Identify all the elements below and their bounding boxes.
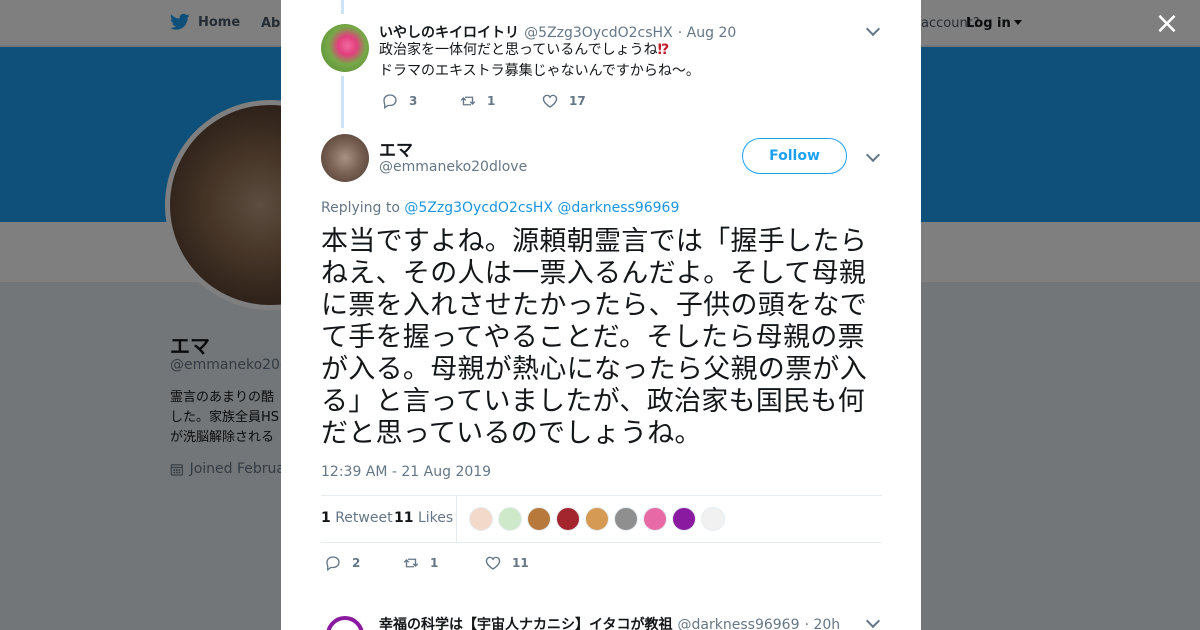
main-tweet-avatar[interactable] <box>321 134 369 182</box>
liker-avatars <box>469 507 725 531</box>
reply-icon <box>383 94 397 110</box>
heart-icon <box>485 556 501 570</box>
reply-count: 2 <box>352 556 361 570</box>
main-tweet-chevron-down-icon[interactable] <box>865 147 881 163</box>
close-modal-button[interactable]: × <box>1152 9 1182 40</box>
next-tweet-author-name[interactable]: 幸福の科学は【宇宙人ナカニシ】イタコが教祖 <box>379 617 672 630</box>
prev-tweet-header: いやしのキイロイトリ @5Zzg3OycdO2csHX · Aug 20 <box>379 22 736 42</box>
liker-avatar[interactable] <box>527 507 551 531</box>
prev-tweet-line-2: ドラマのエキストラ募集じゃないんですからね〜。 <box>379 63 700 79</box>
retweet-stat[interactable]: 1 Retweet <box>321 510 393 526</box>
liker-avatar[interactable] <box>643 507 667 531</box>
liker-avatar[interactable] <box>672 507 696 531</box>
prev-tweet-line-1: 政治家を一体何だと思っているんでしょうね <box>379 42 658 58</box>
main-tweet-author-name[interactable]: エマ <box>379 136 413 161</box>
prev-tweet-actions: 3 1 17 <box>381 92 586 110</box>
liker-avatar[interactable] <box>556 507 580 531</box>
retweet-button[interactable]: 1 <box>402 554 484 572</box>
retweet-icon <box>403 558 419 568</box>
thread-connector-line <box>341 0 344 14</box>
liker-avatar[interactable] <box>701 507 725 531</box>
main-tweet-actions: 2 1 11 <box>324 554 529 572</box>
retweet-stat-count: 1 <box>321 510 331 526</box>
main-tweet-text: 本当ですよね。源頼朝霊言では「握手したらねえ、その人は一票入るんだよ。そして母親… <box>321 226 867 449</box>
next-tweet-chevron-down-icon[interactable] <box>865 613 881 629</box>
next-tweet-date[interactable]: · 20h <box>805 617 841 630</box>
reply-icon <box>326 556 340 572</box>
liker-avatar[interactable] <box>585 507 609 531</box>
retweet-count: 1 <box>430 556 439 570</box>
next-tweet-avatar[interactable] <box>326 616 364 630</box>
retweet-icon <box>460 96 476 106</box>
tweet-stats-bar: 1 Retweet 11 Likes <box>321 495 882 543</box>
prev-tweet-author-handle[interactable]: @5Zzg3OycdO2csHX <box>524 25 673 41</box>
likes-stat[interactable]: 11 Likes <box>394 510 453 526</box>
likes-stat-count: 11 <box>394 510 414 526</box>
prev-retweet-count: 1 <box>487 94 496 108</box>
reply-button[interactable]: 2 <box>324 554 402 572</box>
liker-avatar[interactable] <box>498 507 522 531</box>
prev-tweet-author-name[interactable]: いやしのキイロイトリ <box>379 25 519 41</box>
prev-retweet-button[interactable]: 1 <box>459 92 541 110</box>
heart-icon <box>542 94 558 108</box>
prev-tweet-chevron-down-icon[interactable] <box>865 21 881 37</box>
main-tweet-timestamp[interactable]: 12:39 AM - 21 Aug 2019 <box>321 464 491 480</box>
prev-reply-button[interactable]: 3 <box>381 92 459 110</box>
prev-like-count: 17 <box>569 94 586 108</box>
liker-avatar[interactable] <box>469 507 493 531</box>
replying-to-user-link[interactable]: @darkness96969 <box>557 200 679 216</box>
next-tweet-header: 幸福の科学は【宇宙人ナカニシ】イタコが教祖 @darkness96969 · 2… <box>379 614 840 630</box>
prev-tweet-text: 政治家を一体何だと思っているんでしょうね⁉ ドラマのエキストラ募集じゃないんです… <box>379 40 700 82</box>
prev-tweet-avatar[interactable] <box>321 24 369 72</box>
liker-avatar[interactable] <box>614 507 638 531</box>
prev-like-button[interactable]: 17 <box>541 92 586 110</box>
like-button[interactable]: 11 <box>484 554 529 572</box>
tweet-permalink-modal: いやしのキイロイトリ @5Zzg3OycdO2csHX · Aug 20 政治家… <box>281 0 921 630</box>
replying-to-user-link[interactable]: @5Zzg3OycdO2csHX <box>404 200 553 216</box>
interrobang-emoji: ⁉ <box>657 42 670 58</box>
thread-connector-line <box>341 76 344 128</box>
retweet-stat-label: Retweet <box>335 510 393 526</box>
follow-button[interactable]: Follow <box>742 138 847 174</box>
replying-to-label: Replying to <box>321 200 400 216</box>
next-tweet-author-handle[interactable]: @darkness96969 <box>678 617 800 630</box>
prev-reply-count: 3 <box>409 94 418 108</box>
prev-tweet-date[interactable]: · Aug 20 <box>678 25 737 41</box>
stats-divider <box>456 496 457 542</box>
likes-stat-label: Likes <box>417 510 454 526</box>
replying-to-line: Replying to @5Zzg3OycdO2csHX @darkness96… <box>321 200 679 216</box>
like-count: 11 <box>512 556 529 570</box>
main-tweet-author-handle[interactable]: @emmaneko20dlove <box>379 159 527 175</box>
